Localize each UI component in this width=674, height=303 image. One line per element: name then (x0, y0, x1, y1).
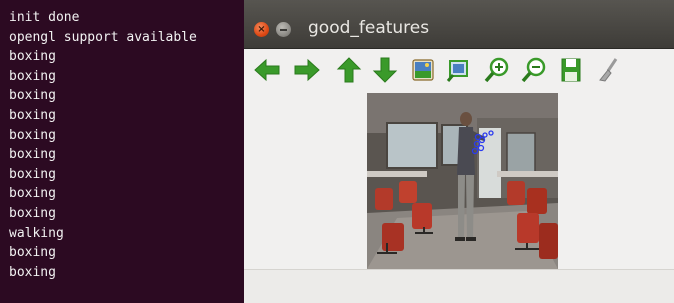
terminal-line: boxing (9, 264, 56, 280)
arrow-up-icon[interactable] (334, 56, 364, 84)
terminal-line: boxing (9, 68, 56, 84)
window-title: good_features (308, 18, 430, 38)
terminal-line: boxing (9, 147, 56, 163)
terminal-output: init done opengl support available boxin… (0, 0, 244, 282)
terminal-line: boxing (9, 88, 56, 104)
status-bar (244, 269, 674, 303)
image-window: × good_features (244, 0, 674, 303)
terminal-line: boxing (9, 245, 56, 261)
terminal-line: boxing (9, 205, 56, 221)
arrow-down-icon[interactable] (370, 56, 400, 84)
terminal-line: walking (9, 225, 64, 241)
zoom-in-icon[interactable] (482, 56, 512, 84)
zoom-out-icon[interactable] (519, 56, 549, 84)
toolbar (244, 49, 674, 91)
terminal-line: boxing (9, 127, 56, 143)
image-canvas[interactable] (244, 91, 674, 269)
terminal-line: boxing (9, 186, 56, 202)
arrow-left-icon[interactable] (252, 56, 282, 84)
terminal-line: boxing (9, 49, 56, 65)
video-frame-image (367, 93, 558, 269)
terminal-window[interactable]: init done opengl support available boxin… (0, 0, 244, 303)
terminal-line: init done (9, 10, 80, 25)
minimize-icon[interactable] (276, 22, 291, 37)
save-icon[interactable] (556, 56, 586, 84)
terminal-line: boxing (9, 166, 56, 182)
window-titlebar[interactable]: × good_features (244, 0, 674, 49)
terminal-line: boxing (9, 107, 56, 123)
screen: init done opengl support available boxin… (0, 0, 674, 303)
image-icon[interactable] (408, 56, 438, 84)
terminal-line: opengl support available (9, 29, 197, 45)
zoom-fit-icon[interactable] (444, 56, 474, 84)
arrow-right-icon[interactable] (292, 56, 322, 84)
properties-icon[interactable] (592, 56, 622, 84)
close-icon[interactable]: × (254, 22, 269, 37)
